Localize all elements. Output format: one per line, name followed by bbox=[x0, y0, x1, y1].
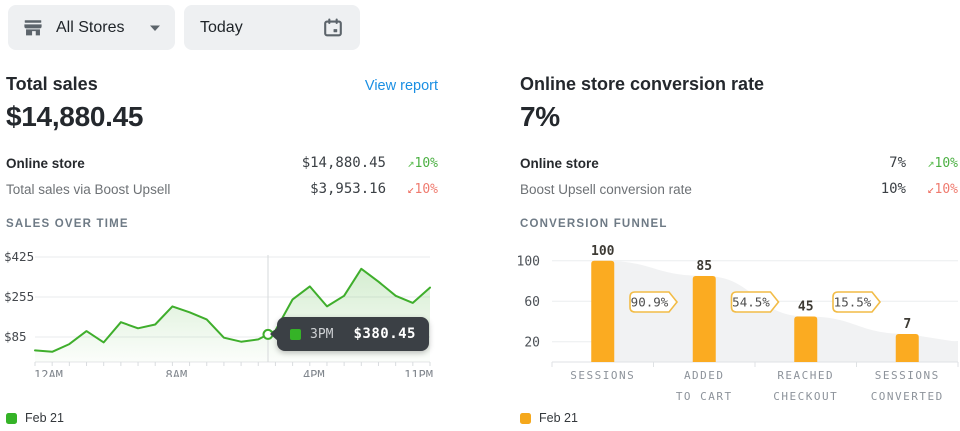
category-label: CHECKOUT bbox=[773, 390, 838, 403]
conversion-rate-panel: Online store conversion rate 7% Online s… bbox=[518, 0, 960, 431]
metric-delta-up: ↗10% bbox=[386, 156, 438, 171]
conversion-funnel-heading: CONVERSION FUNNEL bbox=[520, 218, 668, 230]
metric-value: $3,953.16 bbox=[310, 181, 386, 197]
metric-label: Boost Upsell conversion rate bbox=[520, 182, 881, 197]
x-tick-label: 12AM bbox=[34, 368, 63, 377]
sales-legend: Feb 21 bbox=[6, 411, 64, 425]
view-report-link[interactable]: View report bbox=[365, 78, 438, 94]
arrow-down-left-icon: ↙ bbox=[927, 182, 934, 196]
total-sales-headline-value: $14,880.45 bbox=[6, 101, 143, 133]
bar-value-label: 85 bbox=[696, 259, 712, 274]
chart-tooltip: 3PM $380.45 bbox=[277, 317, 429, 351]
metric-row-online-store: Online store 7% ↗10% bbox=[520, 150, 958, 176]
arrow-up-right-icon: ↗ bbox=[407, 156, 414, 170]
legend-swatch-orange bbox=[520, 413, 531, 424]
category-label: REACHED bbox=[777, 369, 834, 382]
bar-value-label: 7 bbox=[903, 317, 911, 332]
arrow-down-left-icon: ↙ bbox=[407, 182, 414, 196]
sales-over-time-heading: SALES OVER TIME bbox=[6, 218, 129, 230]
y-tick-label: $85 bbox=[4, 329, 27, 344]
total-sales-metrics: Online store $14,880.45 ↗10% Total sales… bbox=[6, 150, 438, 202]
legend-swatch-green bbox=[6, 413, 17, 424]
metric-row-boost-upsell: Total sales via Boost Upsell $3,953.16 ↙… bbox=[6, 176, 438, 202]
tooltip-pointer bbox=[270, 327, 278, 341]
arrow-up-right-icon: ↗ bbox=[927, 156, 934, 170]
y-tick-label: 100 bbox=[518, 254, 540, 269]
conversion-rate-title: Online store conversion rate bbox=[520, 74, 764, 95]
metric-delta-down: ↙10% bbox=[386, 182, 438, 197]
x-tick-label: 4PM bbox=[303, 368, 325, 377]
legend-label: Feb 21 bbox=[25, 411, 64, 425]
category-label: SESSIONS bbox=[570, 369, 635, 382]
metric-row-boost-upsell-rate: Boost Upsell conversion rate 10% ↙10% bbox=[520, 176, 958, 202]
tooltip-time: 3PM bbox=[310, 327, 333, 342]
funnel-bar[interactable] bbox=[896, 334, 919, 362]
metric-value: $14,880.45 bbox=[302, 155, 386, 171]
category-label: ADDED bbox=[684, 369, 725, 382]
metric-value: 10% bbox=[881, 181, 906, 197]
y-tick-label: 20 bbox=[524, 335, 540, 350]
bar-value-label: 45 bbox=[798, 299, 814, 314]
funnel-bar[interactable] bbox=[591, 261, 614, 362]
legend-label: Feb 21 bbox=[539, 411, 578, 425]
metric-delta-up: ↗10% bbox=[906, 156, 958, 171]
category-label: CONVERTED bbox=[871, 390, 944, 403]
bar-value-label: 100 bbox=[591, 245, 615, 259]
metric-label: Online store bbox=[6, 156, 302, 171]
metric-label: Total sales via Boost Upsell bbox=[6, 182, 310, 197]
funnel-bar[interactable] bbox=[693, 276, 716, 362]
sales-line-chart-svg[interactable]: $85 $255 $425 12AM 8AM 4PM 11PM bbox=[4, 245, 440, 377]
category-label: SESSIONS bbox=[875, 369, 940, 382]
funnel-bar[interactable] bbox=[794, 316, 817, 362]
metric-value: 7% bbox=[889, 155, 906, 171]
conversion-funnel-chart[interactable]: 100 60 20 100 85 45 7 90.9% 54.5% 15.5% SESSIONS AD… bbox=[518, 245, 960, 405]
funnel-bar-chart-svg[interactable]: 100 60 20 100 85 45 7 90.9% 54.5% 15.5% SESSIONS AD… bbox=[518, 245, 960, 405]
tooltip-series-swatch bbox=[290, 329, 301, 340]
conversion-rate-headline-value: 7% bbox=[520, 101, 560, 133]
funnel-legend: Feb 21 bbox=[520, 411, 578, 425]
tooltip-value: $380.45 bbox=[353, 326, 416, 342]
metric-label: Online store bbox=[520, 156, 889, 171]
conversion-badge-label: 54.5% bbox=[732, 295, 770, 310]
metric-delta-down: ↙10% bbox=[906, 182, 958, 197]
category-label: TO CART bbox=[676, 390, 733, 403]
y-tick-label: 60 bbox=[524, 295, 540, 310]
metric-row-online-store: Online store $14,880.45 ↗10% bbox=[6, 150, 438, 176]
conversion-badge-label: 90.9% bbox=[631, 295, 669, 310]
conversion-badge-label: 15.5% bbox=[834, 295, 872, 310]
conversion-metrics: Online store 7% ↗10% Boost Upsell conver… bbox=[520, 150, 958, 202]
y-tick-label: $255 bbox=[4, 289, 34, 304]
total-sales-title: Total sales bbox=[6, 74, 98, 95]
x-tick-label: 11PM bbox=[404, 368, 433, 377]
y-tick-label: $425 bbox=[4, 249, 34, 264]
total-sales-panel: Total sales View report $14,880.45 Onlin… bbox=[4, 0, 440, 431]
analytics-dashboard: All Stores Today Total sales View report… bbox=[0, 0, 960, 431]
sales-over-time-chart[interactable]: $85 $255 $425 12AM 8AM 4PM 11PM 3PM $380.45 bbox=[4, 245, 440, 377]
x-tick-label: 8AM bbox=[166, 368, 188, 377]
